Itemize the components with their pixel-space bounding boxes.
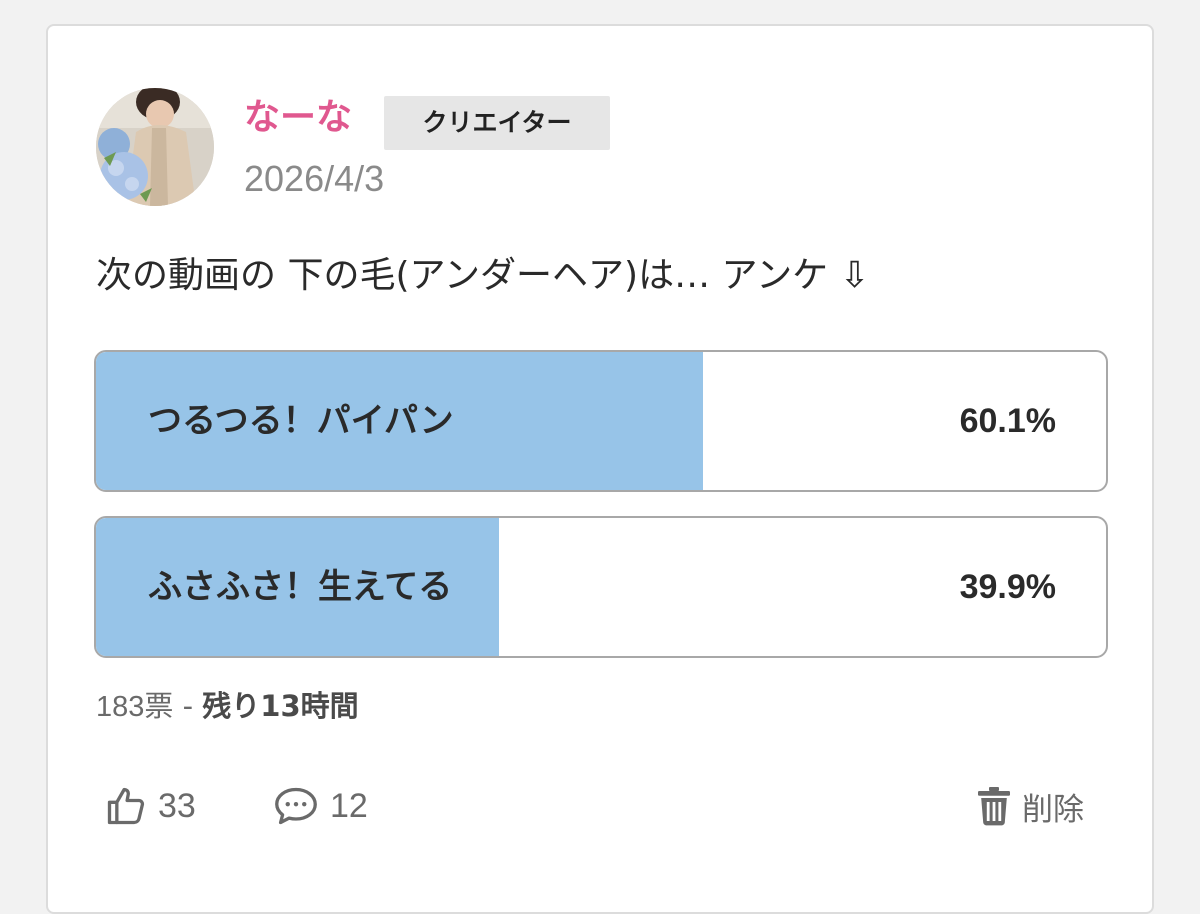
- post-date: 2026/4/3: [244, 158, 385, 199]
- poll-option[interactable]: ふさふさ！生えてる 39.9%: [94, 516, 1108, 658]
- vote-count: 183票: [96, 691, 174, 723]
- poll-meta-separator: -: [173, 689, 203, 723]
- poll-option-label: つるつる！パイパン: [148, 401, 454, 441]
- delete-label: 削除: [1022, 791, 1084, 828]
- like-count: 33: [158, 786, 196, 825]
- like-button[interactable]: 33: [104, 778, 196, 834]
- avatar-photo: [96, 88, 214, 206]
- time-remaining: 残り13時間: [202, 689, 359, 723]
- post-actions: 33 12 削除: [48, 778, 1156, 834]
- comment-count: 12: [330, 786, 368, 825]
- avatar[interactable]: [96, 88, 214, 206]
- poll-option-percent: 39.9%: [959, 568, 1056, 606]
- delete-button[interactable]: 削除: [976, 778, 1084, 834]
- post-card: なーな クリエイター 2026/4/3 次の動画の 下の毛(アンダーヘア)は… …: [46, 24, 1154, 914]
- creator-badge: クリエイター: [384, 96, 610, 150]
- poll-option-percent: 60.1%: [959, 402, 1056, 440]
- comment-button[interactable]: 12: [272, 778, 368, 834]
- poll-option-label: ふさふさ！生えてる: [148, 567, 453, 607]
- poll-option[interactable]: つるつる！パイパン 60.1%: [94, 350, 1108, 492]
- post-text: 次の動画の 下の毛(アンダーヘア)は… アンケ ⇩: [96, 255, 870, 296]
- trash-icon: [976, 786, 1012, 826]
- poll-meta: 183票 - 残り13時間: [96, 686, 359, 727]
- thumbs-up-icon: [104, 784, 148, 828]
- author-name[interactable]: なーな: [244, 94, 352, 142]
- speech-bubble-icon: [272, 784, 320, 828]
